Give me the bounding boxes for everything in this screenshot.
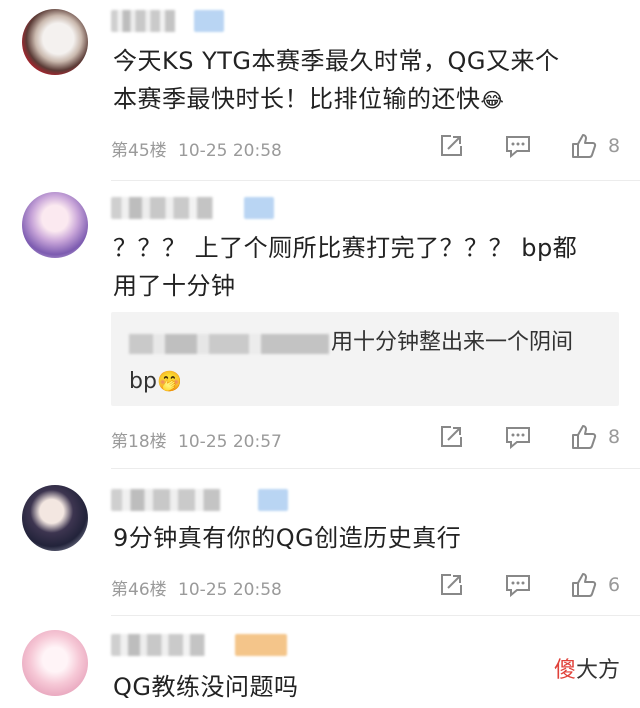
comment-icon[interactable]: [503, 422, 533, 452]
comment-item: 9分钟真有你的QG创造历史真行 第46楼 10-25 20:58 6: [0, 469, 640, 619]
watermark-logo: 傻大方: [553, 658, 620, 683]
timestamp: 10-25 20:58: [178, 141, 282, 161]
timestamp: 10-25 20:58: [178, 580, 282, 600]
share-icon[interactable]: [436, 422, 466, 452]
username-blurred[interactable]: [111, 197, 241, 219]
comment-icon[interactable]: [503, 131, 533, 161]
divider: [111, 615, 640, 616]
laughing-emoji-icon: 😂: [480, 88, 505, 112]
share-icon[interactable]: [436, 131, 466, 161]
floor-number: 第45楼: [111, 141, 167, 161]
comment-icon[interactable]: [503, 570, 533, 600]
user-badge: [258, 489, 288, 511]
reply-text: 用十分钟整出来一个阴间 bp🤭: [129, 330, 574, 394]
thumbs-up-icon[interactable]: [569, 570, 599, 600]
share-icon[interactable]: [436, 570, 466, 600]
like-count: 8: [608, 426, 621, 448]
comment-text: QG教练没问题吗: [113, 673, 299, 701]
comment-item: 今天KS YTG本赛季最久时常，QG又来个 本赛季最快时长！比排位输的还快😂 第…: [0, 0, 640, 181]
comment-text: 今天KS YTG本赛季最久时常，QG又来个 本赛季最快时长！比排位输的还快😂: [113, 47, 560, 113]
comment-meta: 第18楼 10-25 20:57: [111, 427, 282, 452]
thumbs-up-icon[interactable]: [569, 422, 599, 452]
like-count: 6: [608, 574, 621, 596]
comment-item: QG教练没问题吗: [0, 618, 640, 708]
comment-item: ？？？ 上了个厕所比赛打完了？？？ bp都 用了十分钟 用十分钟整出来一个阴间 …: [0, 181, 640, 481]
avatar[interactable]: [22, 630, 88, 696]
comment-meta: 第46楼 10-25 20:58: [111, 575, 282, 600]
timestamp: 10-25 20:57: [178, 432, 282, 452]
floor-number: 第46楼: [111, 580, 167, 600]
floor-number: 第18楼: [111, 432, 167, 452]
comment-text: ？？？ 上了个厕所比赛打完了？？？ bp都 用了十分钟: [113, 234, 578, 300]
like-count: 8: [608, 135, 621, 157]
comment-meta: 第45楼 10-25 20:58: [111, 136, 282, 161]
username-blurred[interactable]: [111, 489, 251, 511]
avatar[interactable]: [22, 192, 88, 258]
username-blurred[interactable]: [111, 634, 231, 656]
avatar[interactable]: [22, 485, 88, 551]
thumbs-up-icon[interactable]: [569, 131, 599, 161]
username-blurred[interactable]: [111, 10, 193, 32]
quoted-reply[interactable]: 用十分钟整出来一个阴间 bp🤭: [111, 312, 619, 406]
avatar[interactable]: [22, 9, 88, 75]
user-badge: [235, 634, 287, 656]
giggle-emoji-icon: 🤭: [156, 369, 182, 393]
user-badge: [244, 197, 274, 219]
user-badge: [194, 10, 224, 32]
comment-text: 9分钟真有你的QG创造历史真行: [113, 524, 462, 552]
